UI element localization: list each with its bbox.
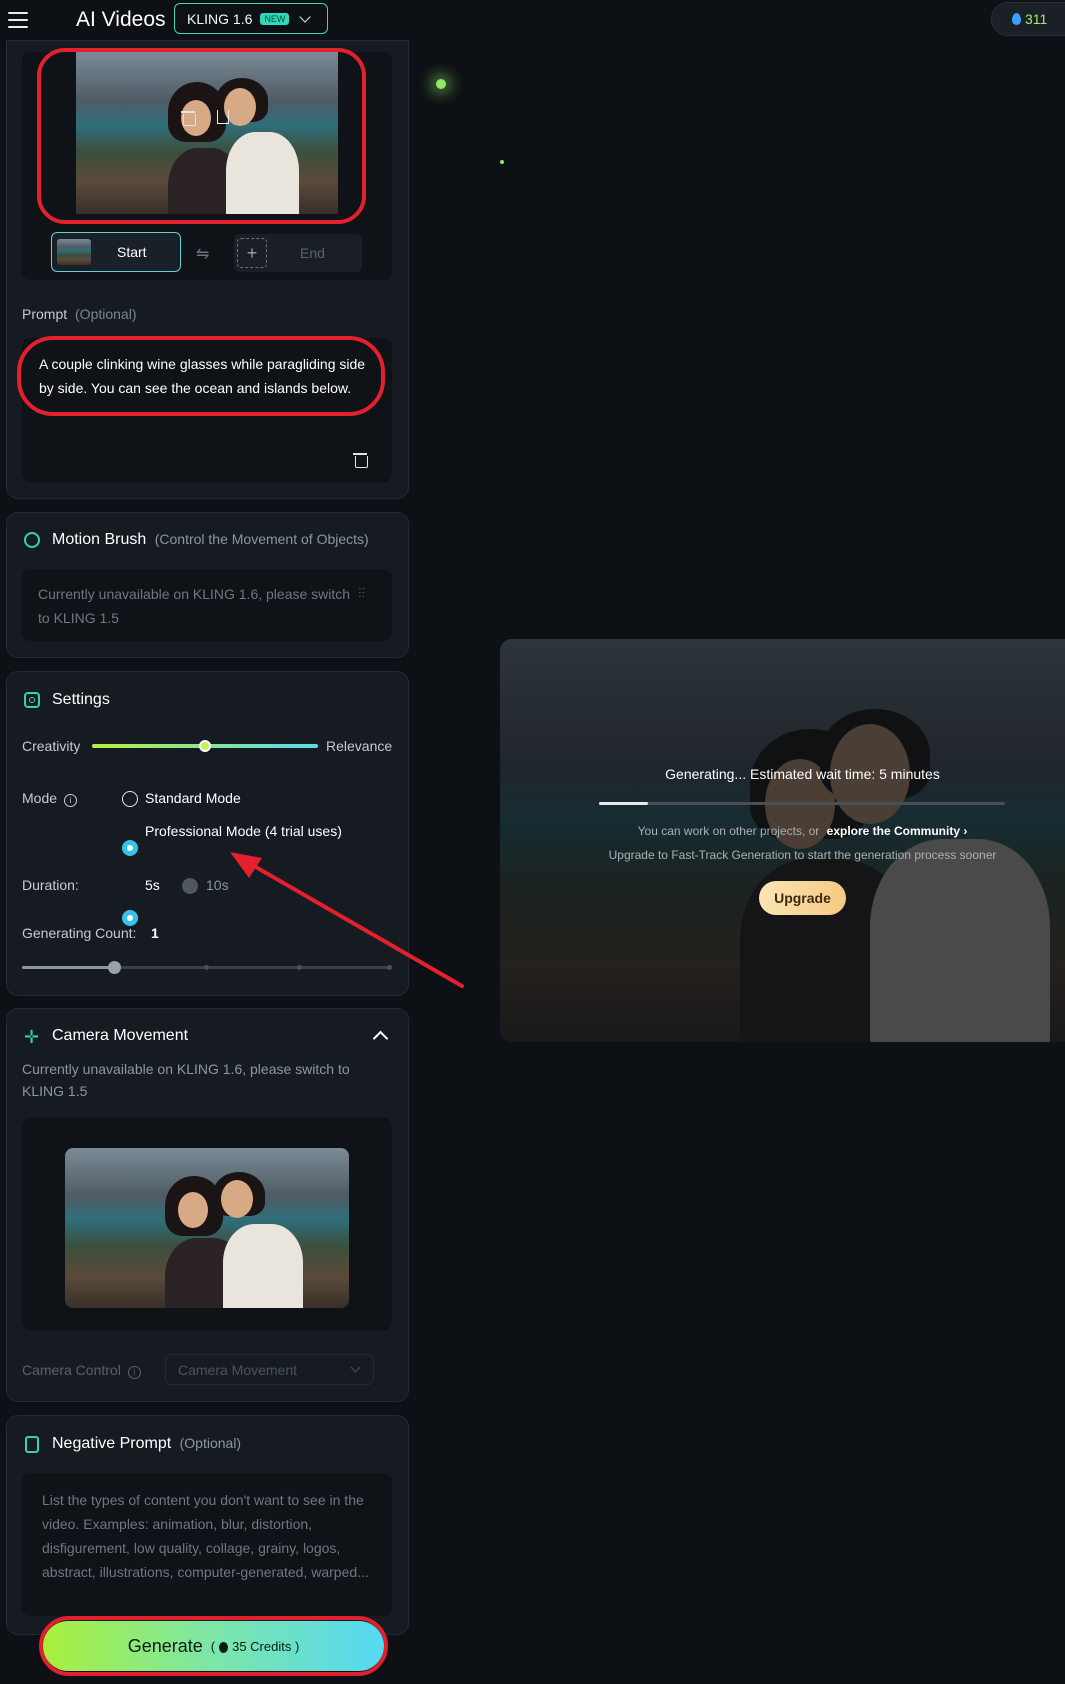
annotation-arrow-line: [240, 857, 464, 988]
annotation-arrow: [230, 852, 464, 988]
annotation-arrow-head: [230, 852, 262, 878]
